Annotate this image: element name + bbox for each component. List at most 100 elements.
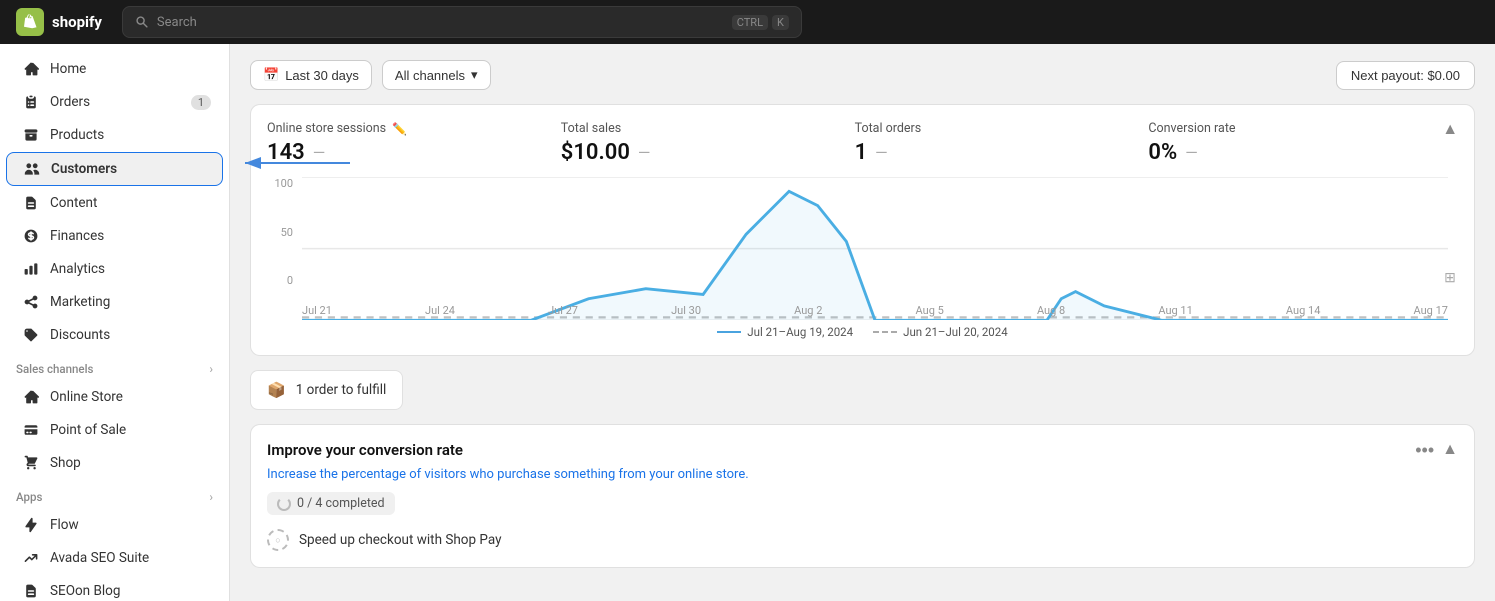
channel-filter-label: All channels [395,68,465,83]
shopify-brand-name: shopify [52,13,102,31]
fulfill-icon: 📦 [267,381,286,399]
stat-total-orders: Total orders 1 — [855,121,1149,165]
edit-icon[interactable]: ✏️ [392,122,407,136]
sales-channels-label: Sales channels [16,362,93,376]
sidebar-item-orders[interactable]: Orders 1 [6,86,223,118]
search-bar[interactable]: Search CTRL K [122,6,802,38]
shop-icon [22,454,40,472]
chart-xaxis: Jul 21 Jul 24 Jul 27 Jul 30 Aug 2 Aug 5 … [302,304,1448,317]
legend-current-line [717,331,741,333]
legend-current: Jul 21–Aug 19, 2024 [717,325,853,339]
chevron-down-icon: ▾ [471,67,478,83]
total-orders-label: Total orders [855,121,1149,136]
chart-legend: Jul 21–Aug 19, 2024 Jun 21–Jul 20, 2024 [267,325,1458,339]
x-label-jul21: Jul 21 [302,304,332,317]
sales-channels-chevron: › [209,362,213,376]
analytics-icon [22,260,40,278]
content-icon [22,194,40,212]
products-icon [22,126,40,144]
sidebar-item-online-store[interactable]: Online Store [6,381,223,413]
date-filter-button[interactable]: 📅 Last 30 days [250,60,372,90]
pos-label: Point of Sale [50,422,126,438]
avada-label: Avada SEO Suite [50,550,149,566]
kbd-ctrl: CTRL [732,15,768,30]
conversion-rate-label: Conversion rate [1148,121,1442,136]
online-store-icon [22,388,40,406]
fulfill-card[interactable]: 📦 1 order to fulfill [250,370,403,410]
next-payout-button[interactable]: Next payout: $0.00 [1336,61,1475,90]
sales-channels-section[interactable]: Sales channels › [0,352,229,380]
stat-total-sales: Total sales $10.00 — [561,121,855,165]
stat-conversion-rate: Conversion rate 0% — [1148,121,1442,165]
finances-icon [22,227,40,245]
x-label-aug5: Aug 5 [916,304,944,317]
sidebar-item-content[interactable]: Content [6,187,223,219]
sidebar-item-seoon[interactable]: SEOon Blog [6,575,223,601]
sidebar-item-customers[interactable]: Customers [6,152,223,186]
sidebar-item-flow[interactable]: Flow [6,509,223,541]
x-label-jul24: Jul 24 [425,304,455,317]
x-label-aug2: Aug 2 [794,304,822,317]
sidebar-item-finances[interactable]: Finances [6,220,223,252]
sidebar-marketing-label: Marketing [50,294,110,310]
search-kbd: CTRL K [732,15,789,30]
seoon-icon [22,582,40,600]
main-content: 📅 Last 30 days All channels ▾ Next payou… [230,44,1495,601]
progress-label: 0 / 4 completed [297,496,385,511]
shopify-logo: shopify [16,8,102,36]
apps-section[interactable]: Apps › [0,480,229,508]
x-label-jul27: Jul 27 [548,304,578,317]
stats-header: Online store sessions ✏️ 143 — Total sal… [267,121,1458,165]
stats-collapse-button[interactable]: ▲ [1442,121,1458,139]
sidebar-item-analytics[interactable]: Analytics [6,253,223,285]
flow-label: Flow [50,517,79,533]
sidebar-item-avada[interactable]: Avada SEO Suite [6,542,223,574]
topbar: shopify Search CTRL K [0,0,1495,44]
pos-icon [22,421,40,439]
online-store-label: Online Store [50,389,123,405]
customers-icon [23,160,41,178]
sessions-label: Online store sessions ✏️ [267,121,561,136]
conversion-subtitle: Increase the percentage of visitors who … [267,467,1458,482]
sidebar-analytics-label: Analytics [50,261,105,277]
home-icon [22,60,40,78]
sidebar-home-label: Home [50,61,86,77]
sidebar: Home Orders 1 Products Customers Conte [0,44,230,601]
y-label-0: 0 [267,274,293,287]
search-placeholder: Search [157,15,197,30]
shop-pay-icon: ○ [267,529,289,551]
y-label-100: 100 [267,177,293,190]
x-label-aug14: Aug 14 [1286,304,1320,317]
fulfill-label: 1 order to fulfill [296,382,387,398]
sidebar-item-pos[interactable]: Point of Sale [6,414,223,446]
conversion-more-button[interactable]: ••• [1415,441,1434,459]
x-label-aug17: Aug 17 [1414,304,1448,317]
orders-icon [22,93,40,111]
sidebar-finances-label: Finances [50,228,104,244]
shop-label: Shop [50,455,81,471]
conversion-collapse-button[interactable]: ▲ [1442,441,1458,459]
conversion-actions: ••• ▲ [1415,441,1458,459]
legend-previous-line [873,331,897,333]
legend-previous: Jun 21–Jul 20, 2024 [873,325,1008,339]
compare-icon-button[interactable]: ⊞ [1442,269,1458,285]
chart-svg [302,177,1448,320]
conversion-rate-value: 0% — [1148,140,1442,165]
sidebar-item-marketing[interactable]: Marketing [6,286,223,318]
app-body: Home Orders 1 Products Customers Conte [0,44,1495,601]
channel-filter-button[interactable]: All channels ▾ [382,60,491,90]
sidebar-item-home[interactable]: Home [6,53,223,85]
conversion-card: Improve your conversion rate ••• ▲ Incre… [250,424,1475,568]
x-label-aug11: Aug 11 [1158,304,1192,317]
sidebar-item-products[interactable]: Products [6,119,223,151]
stats-card: Online store sessions ✏️ 143 — Total sal… [250,104,1475,356]
shop-pay-row[interactable]: ○ Speed up checkout with Shop Pay [267,529,1458,551]
legend-current-label: Jul 21–Aug 19, 2024 [747,325,853,339]
total-orders-value: 1 — [855,140,1149,165]
sidebar-discounts-label: Discounts [50,327,110,343]
sidebar-item-shop[interactable]: Shop [6,447,223,479]
marketing-icon [22,293,40,311]
sessions-value: 143 — [267,140,561,165]
sidebar-item-discounts[interactable]: Discounts [6,319,223,351]
kbd-k: K [772,15,789,30]
